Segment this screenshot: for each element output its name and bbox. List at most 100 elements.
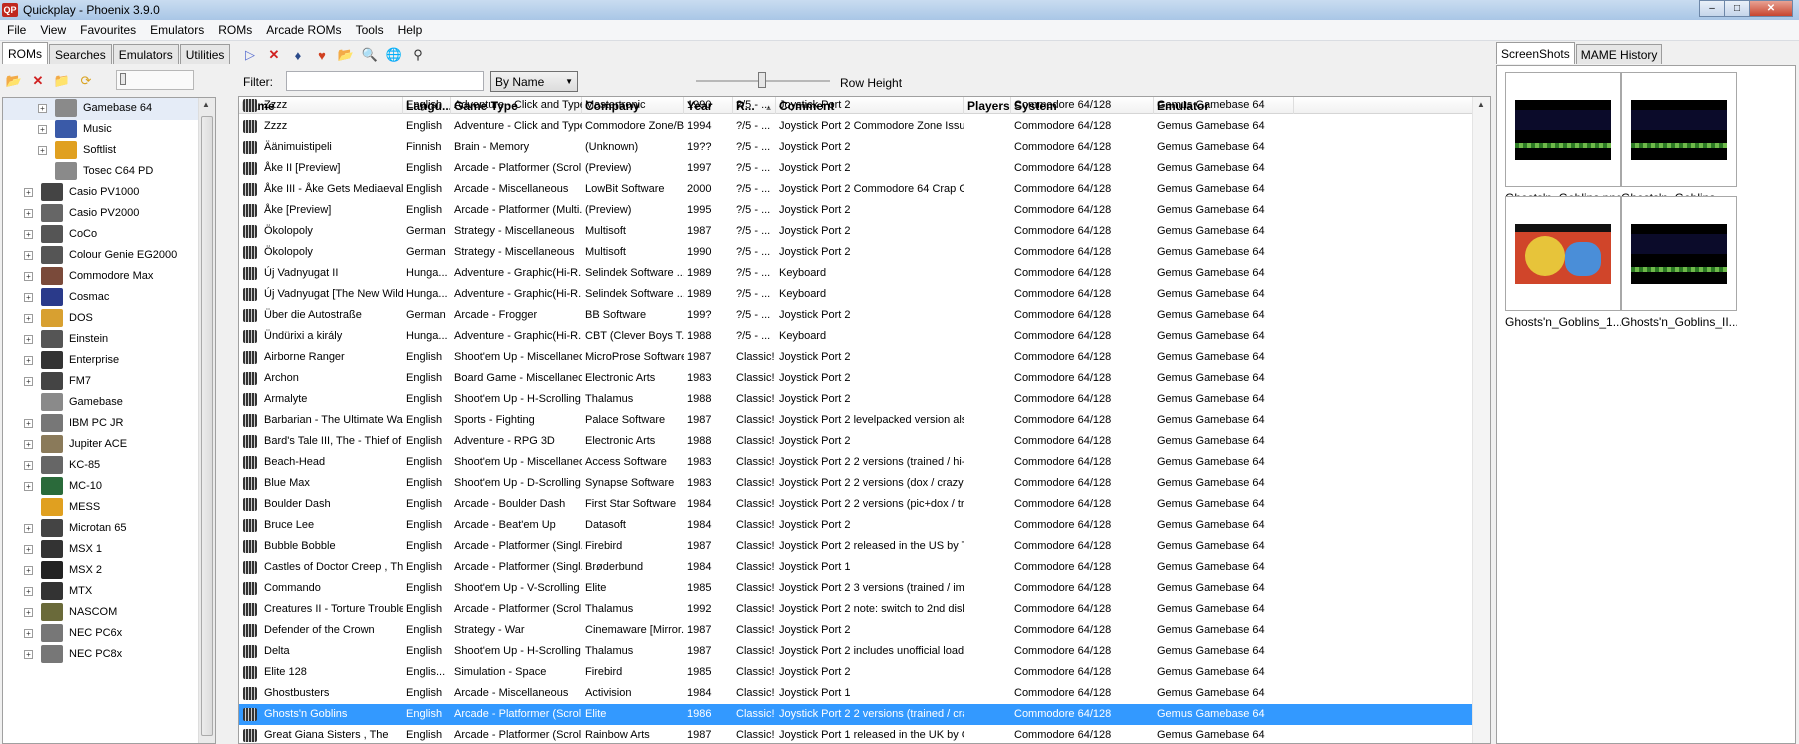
search-icon[interactable]: 🔍 xyxy=(362,47,378,63)
row-height-slider[interactable] xyxy=(696,72,830,90)
table-row[interactable]: Blue Max English Shoot'em Up - D-Scrolling… xyxy=(239,473,1472,494)
table-row[interactable]: Ökolopoly German Strategy - Miscellaneous M… xyxy=(239,221,1472,242)
stop-icon[interactable]: ✕ xyxy=(266,47,282,63)
globe-icon[interactable]: 🌐 xyxy=(386,47,402,63)
table-row[interactable]: Elite 128 Englis... Simulation - Space Fire… xyxy=(239,662,1472,683)
table-row[interactable]: Új Vadnyugat II Hunga... Adventure - Graph… xyxy=(239,263,1472,284)
table-row[interactable]: Über die Autostraße German Arcade - Frogge… xyxy=(239,305,1472,326)
minimize-button[interactable]: – xyxy=(1699,0,1725,17)
play-icon[interactable]: ▷ xyxy=(242,47,258,63)
table-row[interactable]: Bubble Bobble English Arcade - Platformer … xyxy=(239,536,1472,557)
table-row[interactable]: Åke II [Preview] English Arcade - Platform… xyxy=(239,158,1472,179)
expand-icon[interactable]: + xyxy=(24,523,33,533)
tab-searches[interactable]: Searches xyxy=(49,44,112,64)
table-row[interactable]: Armalyte English Shoot'em Up - H-Scrolling… xyxy=(239,389,1472,410)
table-row[interactable]: Beach-Head English Shoot'em Up - Miscellan… xyxy=(239,452,1472,473)
icon-size-slider[interactable] xyxy=(116,70,194,90)
row-height-knob[interactable] xyxy=(758,72,766,88)
table-row[interactable]: Airborne Ranger English Shoot'em Up - Misc… xyxy=(239,347,1472,368)
table-row[interactable]: Castles of Doctor Creep , The English Arca… xyxy=(239,557,1472,578)
expand-icon[interactable]: + xyxy=(38,145,47,155)
expand-icon[interactable]: + xyxy=(24,334,33,344)
expand-icon[interactable]: + xyxy=(24,376,33,386)
delete-icon[interactable]: ✕ xyxy=(30,73,46,89)
expand-icon[interactable]: + xyxy=(24,271,33,281)
screenshot-thumbnail[interactable]: Ghosts'n_Goblins_-_... xyxy=(1621,72,1737,208)
favourite-icon[interactable]: ♦ xyxy=(290,47,306,63)
table-row[interactable]: Archon English Board Game - Miscellaneous E… xyxy=(239,368,1472,389)
menu-help[interactable]: Help xyxy=(391,23,430,37)
expand-icon[interactable]: + xyxy=(24,607,33,617)
menu-favourites[interactable]: Favourites xyxy=(73,23,143,37)
table-row[interactable]: Ghostbusters English Arcade - Miscellaneou… xyxy=(239,683,1472,704)
expand-icon[interactable]: + xyxy=(24,313,33,323)
open-folder-icon[interactable]: 📂 xyxy=(6,73,22,89)
table-row[interactable]: Zzzz English Adventure - Click and Type Mas… xyxy=(239,97,1472,116)
expand-icon[interactable]: + xyxy=(24,418,33,428)
table-row[interactable]: Boulder Dash English Arcade - Boulder Dash… xyxy=(239,494,1472,515)
expand-icon[interactable]: + xyxy=(24,292,33,302)
expand-icon[interactable]: + xyxy=(24,208,33,218)
unfavourite-icon[interactable]: ♥ xyxy=(314,47,330,63)
expand-icon[interactable]: + xyxy=(24,439,33,449)
tab-utilities[interactable]: Utilities xyxy=(179,44,231,64)
rom-tree[interactable]: ▲ + Gamebase 64 + Music + Softlist Tosec C64 P… xyxy=(2,97,216,744)
maximize-button[interactable]: □ xyxy=(1724,0,1750,17)
menu-tools[interactable]: Tools xyxy=(349,23,391,37)
tab-screenshots[interactable]: ScreenShots xyxy=(1496,42,1575,64)
table-row[interactable]: Åke III - Åke Gets Mediaeval English Arcad… xyxy=(239,179,1472,200)
table-row[interactable]: Bard's Tale III, The - Thief of FateEngl… xyxy=(239,431,1472,452)
menu-file[interactable]: File xyxy=(0,23,33,37)
tree-item[interactable]: + NEC PC8x xyxy=(3,642,198,666)
table-row[interactable]: Ündürixi a király Hunga... Adventure - Gra… xyxy=(239,326,1472,347)
expand-icon[interactable]: + xyxy=(24,187,33,197)
filter-input[interactable] xyxy=(286,71,484,91)
tab-roms[interactable]: ROMs xyxy=(2,42,48,64)
sort-dropdown[interactable]: By Name ▼ xyxy=(490,71,578,92)
expand-icon[interactable]: + xyxy=(24,586,33,596)
joystick-icon[interactable]: ⚲ xyxy=(410,47,426,63)
table-row[interactable]: Äänimuistipeli Finnish Brain - Memory (Unkn… xyxy=(239,137,1472,158)
tree-scrollbar[interactable]: ▲ xyxy=(198,98,215,743)
expand-icon[interactable]: + xyxy=(24,565,33,575)
screenshot-thumbnail[interactable]: Ghosts'n_Goblins_1.... xyxy=(1505,196,1621,332)
expand-icon[interactable]: + xyxy=(38,103,47,113)
expand-icon[interactable]: + xyxy=(24,649,33,659)
table-row[interactable]: Åke [Preview] English Arcade - Platformer … xyxy=(239,200,1472,221)
expand-icon[interactable]: + xyxy=(24,460,33,470)
screenshot-thumbnail[interactable]: Ghosts'n_Goblins.png xyxy=(1505,72,1621,208)
table-row[interactable]: Defender of the Crown English Strategy - W… xyxy=(239,620,1472,641)
menu-arcade-roms[interactable]: Arcade ROMs xyxy=(259,23,348,37)
table-row[interactable]: Delta English Shoot'em Up - H-Scrolling Tha… xyxy=(239,641,1472,662)
grid-scrollbar[interactable]: ▲ xyxy=(1472,97,1490,743)
table-row[interactable]: Bruce Lee English Arcade - Beat'em Up Datas… xyxy=(239,515,1472,536)
tree-scroll-thumb[interactable] xyxy=(201,116,213,736)
close-button[interactable]: ✕ xyxy=(1749,0,1793,17)
scan-folder-icon[interactable]: 📁 xyxy=(54,73,70,89)
menu-view[interactable]: View xyxy=(33,23,73,37)
table-row[interactable]: Új Vadnyugat [The New Wildwest]Hunga... A… xyxy=(239,284,1472,305)
expand-icon[interactable]: + xyxy=(24,544,33,554)
screenshot-thumbnail[interactable]: Ghosts'n_Goblins_II.... xyxy=(1621,196,1737,332)
expand-icon[interactable]: + xyxy=(24,355,33,365)
menu-emulators[interactable]: Emulators xyxy=(143,23,211,37)
expand-icon[interactable]: + xyxy=(24,481,33,491)
grid-scroll-up-icon[interactable]: ▲ xyxy=(1477,100,1485,109)
rom-grid[interactable]: Name Langu... Game Type Company Year R... ▲ Com… xyxy=(238,96,1491,744)
tab-mame-history[interactable]: MAME History xyxy=(1575,44,1663,64)
folder-icon[interactable]: 📂 xyxy=(338,47,354,63)
expand-icon[interactable]: + xyxy=(38,124,47,134)
refresh-icon[interactable]: ⟳ xyxy=(78,73,94,89)
table-row[interactable]: Commando English Shoot'em Up - V-Scrolling… xyxy=(239,578,1472,599)
table-row[interactable]: Ghosts'n Goblins English Arcade - Platform… xyxy=(239,704,1472,725)
expand-icon[interactable]: + xyxy=(24,229,33,239)
expand-icon[interactable]: + xyxy=(24,628,33,638)
table-row[interactable]: Great Giana Sisters , The English Arcade -… xyxy=(239,725,1472,743)
expand-icon[interactable]: + xyxy=(24,250,33,260)
table-row[interactable]: Barbarian - The Ultimate WarriorEnglish S… xyxy=(239,410,1472,431)
tab-emulators[interactable]: Emulators xyxy=(112,44,179,64)
menu-roms[interactable]: ROMs xyxy=(211,23,259,37)
slider-knob[interactable] xyxy=(120,73,126,85)
scroll-up-icon[interactable]: ▲ xyxy=(202,100,210,109)
table-row[interactable]: Creatures II - Torture Trouble English Arc… xyxy=(239,599,1472,620)
